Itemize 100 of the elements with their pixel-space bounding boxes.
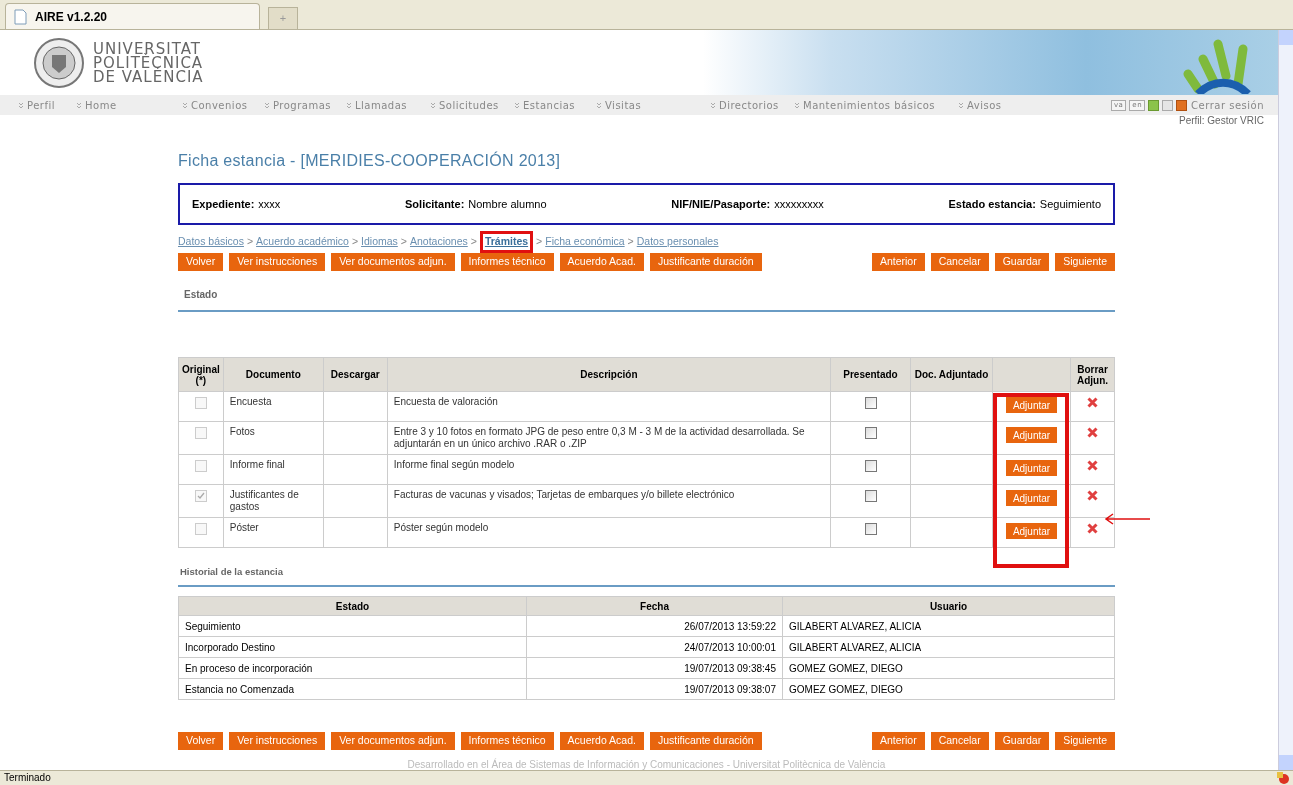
- attach-button[interactable]: Adjuntar: [1005, 397, 1058, 413]
- checkbox[interactable]: [864, 460, 877, 472]
- chevron-icon: [182, 101, 188, 109]
- table-cell: 19/07/2013 09:38:07: [684, 683, 776, 695]
- action-button[interactable]: Anterior: [871, 253, 925, 271]
- delete-icon[interactable]: [1087, 523, 1098, 534]
- attach-button[interactable]: Adjuntar: [1005, 460, 1058, 476]
- checkbox[interactable]: [864, 397, 877, 409]
- nav-item[interactable]: Convenios: [182, 97, 248, 113]
- table-cell: GILABERT ALVAREZ, ALICIA: [789, 641, 922, 653]
- action-button[interactable]: Siguiente: [1055, 732, 1115, 750]
- nav-item[interactable]: Llamadas: [346, 97, 408, 113]
- action-button[interactable]: Ver instrucciones: [229, 732, 326, 750]
- checkbox[interactable]: [864, 523, 877, 535]
- table-cell: Informe final: [229, 459, 285, 470]
- action-button[interactable]: Ver instrucciones: [229, 253, 326, 271]
- action-button[interactable]: Guardar: [994, 732, 1050, 750]
- nav-item[interactable]: Avisos: [958, 97, 1002, 113]
- action-button[interactable]: Acuerdo Acad.: [559, 253, 644, 271]
- checkbox[interactable]: [864, 490, 877, 502]
- field-value: Seguimiento: [1039, 196, 1101, 212]
- table-cell: Encuesta: [229, 396, 272, 407]
- table-cell: GOMEZ GOMEZ, DIEGO: [789, 662, 903, 674]
- new-tab-button[interactable]: +: [268, 7, 298, 29]
- breadcrumb-link[interactable]: Ficha económica: [545, 234, 625, 250]
- table-cell: Incorporado Destino: [185, 641, 276, 653]
- browser-tab[interactable]: AIRE v1.2.20: [5, 3, 260, 29]
- footer-text: Desarrollado en el Área de Sistemas de Información y Comunicaciones - Universitat Politècnica de València: [407, 758, 886, 770]
- action-button[interactable]: Informes técnico: [460, 732, 554, 750]
- action-button[interactable]: Volver: [178, 253, 224, 271]
- action-button[interactable]: Cancelar: [930, 253, 989, 271]
- chevron-icon: [710, 101, 716, 109]
- breadcrumb-link[interactable]: Idiomas: [361, 234, 398, 250]
- nav-item[interactable]: Perfil: [18, 97, 55, 113]
- action-button[interactable]: Siguiente: [1055, 253, 1115, 271]
- table-cell: 19/07/2013 09:38:45: [684, 662, 776, 674]
- chevron-icon: [514, 101, 520, 109]
- status-text: Terminado: [4, 771, 51, 785]
- action-button[interactable]: Justificante duración: [649, 253, 762, 271]
- action-button[interactable]: Ver documentos adjun.: [331, 732, 455, 750]
- table-cell: 24/07/2013 10:00:01: [684, 641, 776, 653]
- scrollbar[interactable]: [1278, 30, 1293, 770]
- table-cell: En proceso de incorporación: [185, 662, 313, 674]
- chevron-icon: [76, 101, 82, 109]
- column-header: Presentado: [830, 357, 911, 392]
- breadcrumb-link[interactable]: Datos básicos: [178, 234, 244, 250]
- action-button[interactable]: Informes técnico: [460, 253, 554, 271]
- chevron-icon: [430, 101, 436, 109]
- table-cell: Póster según modelo: [393, 522, 489, 533]
- nav-item[interactable]: Estancias: [514, 97, 576, 113]
- profile-label: Perfil: Gestor VRIC: [1178, 115, 1264, 127]
- column-header: Original (*): [178, 357, 224, 392]
- nav-item[interactable]: Home: [76, 97, 117, 113]
- section-heading: Historial de la estancia: [180, 566, 283, 577]
- section-heading: Estado: [184, 289, 218, 300]
- field-label: Estado estancia:: [948, 196, 1036, 212]
- nav-item[interactable]: Solicitudes: [430, 97, 499, 113]
- table-cell: Justificantes de gastos: [229, 489, 299, 512]
- warning-icon: [1277, 772, 1289, 784]
- action-button[interactable]: Anterior: [871, 732, 925, 750]
- table-cell: Entre 3 y 10 fotos en formato JPG de peso entre 0,3 M - 3 M de la actividad desarrollada. Se adjuntarán en un único archivo .RAR o .ZIP: [393, 426, 805, 449]
- delete-icon[interactable]: [1087, 490, 1098, 501]
- nav-item[interactable]: Directorios: [710, 97, 779, 113]
- arrow-icon: [1104, 513, 1150, 525]
- nav-item[interactable]: Mantenimientos básicos: [794, 97, 935, 113]
- field-value: xxxxxxxxx: [774, 196, 824, 212]
- breadcrumb-separator: >: [400, 234, 407, 250]
- university-name: UNIVERSITAT POLITÈCNICA DE VALÈNCIA: [93, 41, 204, 84]
- table-cell: Seguimiento: [185, 620, 241, 632]
- table-cell: 26/07/2013 13:59:22: [684, 620, 776, 632]
- chevron-icon: [596, 101, 602, 109]
- chevron-icon: [264, 101, 270, 109]
- delete-icon[interactable]: [1087, 460, 1098, 471]
- breadcrumb-separator: >: [470, 234, 477, 250]
- breadcrumb-link[interactable]: Anotaciones: [409, 234, 468, 250]
- action-button[interactable]: Acuerdo Acad.: [559, 732, 644, 750]
- field-label: NIF/NIE/Pasaporte:: [671, 196, 771, 212]
- delete-icon[interactable]: [1087, 397, 1098, 408]
- nav-item[interactable]: Visitas: [596, 97, 642, 113]
- checkbox[interactable]: [864, 427, 877, 439]
- attach-button[interactable]: Adjuntar: [1005, 490, 1058, 506]
- breadcrumb-link[interactable]: Trámites: [479, 231, 534, 253]
- field-label: Solicitante:: [405, 196, 465, 212]
- action-button[interactable]: Guardar: [994, 253, 1050, 271]
- breadcrumb-link[interactable]: Acuerdo académico: [256, 234, 349, 250]
- action-button[interactable]: Ver documentos adjun.: [331, 253, 455, 271]
- action-button[interactable]: Justificante duración: [649, 732, 762, 750]
- breadcrumb-separator: >: [246, 234, 254, 250]
- nav-item[interactable]: Programas: [264, 97, 332, 113]
- breadcrumb-link[interactable]: Datos personales: [636, 234, 719, 250]
- action-button[interactable]: Cancelar: [930, 732, 989, 750]
- column-header: Fecha: [526, 596, 783, 616]
- breadcrumb-separator: >: [351, 234, 359, 250]
- action-button[interactable]: Volver: [178, 732, 224, 750]
- attach-button[interactable]: Adjuntar: [1005, 523, 1058, 539]
- delete-icon[interactable]: [1087, 427, 1098, 438]
- chevron-icon: [18, 101, 24, 109]
- chevron-icon: [346, 101, 352, 109]
- logout-link[interactable]: Cerrar sesión: [1191, 97, 1264, 113]
- attach-button[interactable]: Adjuntar: [1005, 427, 1058, 443]
